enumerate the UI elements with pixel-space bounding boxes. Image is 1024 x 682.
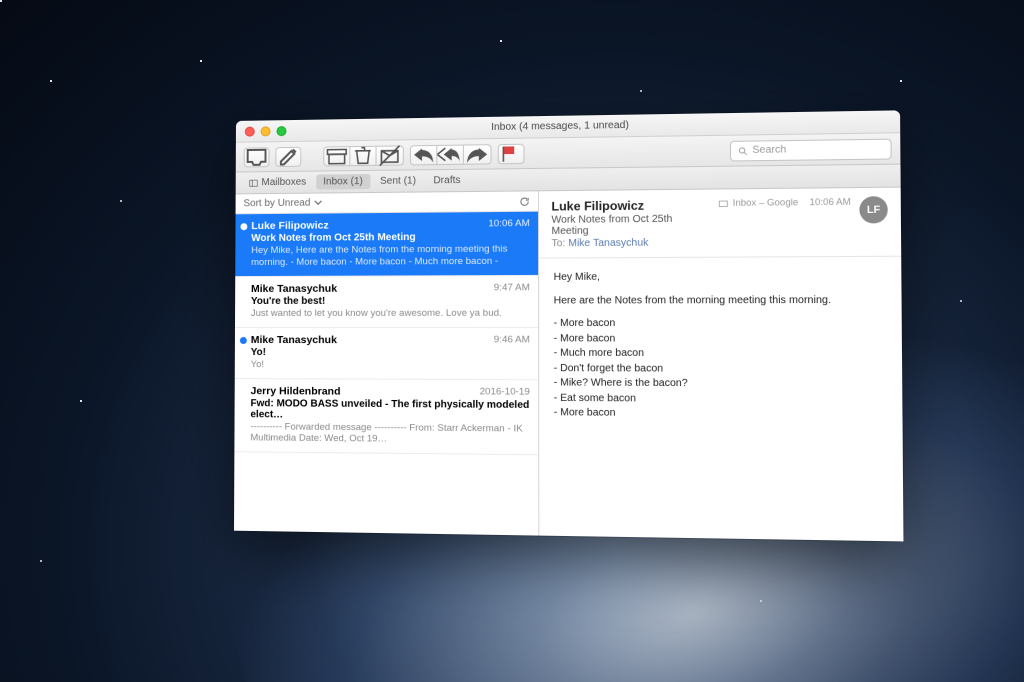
chevron-down-icon <box>313 198 323 208</box>
archive-button[interactable] <box>324 147 350 165</box>
msg-sender: Mike Tanasychuk <box>251 282 337 294</box>
search-input[interactable]: Search <box>730 138 892 161</box>
message-list-pane: Sort by Unread Luke Filipowicz 10:06 AMWo… <box>234 191 539 535</box>
fav-inbox[interactable]: Inbox (1) <box>316 174 370 190</box>
get-mail-button[interactable] <box>244 147 270 167</box>
fav-drafts-label: Drafts <box>433 175 460 186</box>
message-row[interactable]: Mike Tanasychuk9:46 AMYo!Yo! <box>235 328 538 380</box>
flag-button[interactable] <box>498 143 525 164</box>
msg-subject: Work Notes from Oct 25th Meeting <box>251 231 530 244</box>
refresh-icon[interactable] <box>519 196 529 206</box>
trash-icon <box>350 143 375 168</box>
header-time: 10:06 AM <box>809 196 850 207</box>
msg-sender: Luke Filipowicz <box>251 220 328 233</box>
window-title: Inbox (4 messages, 1 unread) <box>236 116 900 137</box>
content-split: Sort by Unread Luke Filipowicz10:06 AMWo… <box>234 188 903 542</box>
msg-subject: Yo! <box>251 347 530 359</box>
sort-label: Sort by Unread <box>243 198 310 210</box>
archive-group <box>323 145 404 166</box>
msg-preview: Just wanted to let you know you're aweso… <box>251 307 530 319</box>
folder-label: Inbox – Google <box>733 197 798 208</box>
compose-button[interactable] <box>275 146 301 166</box>
reply-all-icon <box>437 142 463 168</box>
to-value: Mike Tanasychuk <box>568 237 648 249</box>
inbox-icon <box>245 145 269 169</box>
body-intro: Here are the Notes from the morning meet… <box>554 293 887 309</box>
header-to: To: Mike Tanasychuk <box>551 237 708 249</box>
body-line: - Mike? Where is the bacon? <box>554 376 887 393</box>
preview-pane: Luke Filipowicz Work Notes from Oct 25th… <box>539 188 903 542</box>
mail-window: Inbox (4 messages, 1 unread) <box>234 110 903 541</box>
body-line: - Much more bacon <box>554 347 887 363</box>
body-line: - Don't forget the bacon <box>554 361 887 377</box>
message-header: Luke Filipowicz Work Notes from Oct 25th… <box>539 188 901 259</box>
msg-preview: Hey Mike, Here are the Notes from the mo… <box>251 243 530 268</box>
body-line: - More bacon <box>554 406 887 423</box>
avatar: LF <box>859 196 888 223</box>
fav-drafts[interactable]: Drafts <box>426 173 468 189</box>
msg-preview: Yo! <box>251 359 530 372</box>
body-line: - More bacon <box>554 332 887 347</box>
inbox-small-icon <box>719 198 729 207</box>
reply-button[interactable] <box>411 145 437 163</box>
reply-group <box>410 144 492 165</box>
sort-header[interactable]: Sort by Unread <box>236 191 538 214</box>
message-row[interactable]: Mike Tanasychuk 9:47 AMYou're the best!Ju… <box>235 276 538 328</box>
forward-button[interactable] <box>464 145 491 164</box>
header-from: Luke Filipowicz <box>551 198 708 214</box>
delete-button[interactable] <box>350 146 376 164</box>
junk-icon <box>377 142 403 168</box>
msg-preview: ---------- Forwarded message ---------- … <box>250 421 530 447</box>
unread-dot-icon <box>240 337 247 344</box>
search-icon <box>737 145 748 155</box>
mailboxes-label: Mailboxes <box>261 177 306 188</box>
message-row[interactable]: Luke Filipowicz 10:06 AMWork Notes from O… <box>235 212 538 277</box>
to-label: To: <box>551 238 565 249</box>
forward-icon <box>464 141 491 168</box>
msg-time: 9:47 AM <box>488 282 530 294</box>
folder-tag: Inbox – Google 10:06 AM <box>719 196 851 208</box>
msg-sender: Mike Tanasychuk <box>251 334 337 346</box>
sidebar-icon <box>249 178 259 188</box>
body-greeting: Hey Mike, <box>554 269 887 285</box>
msg-time: 10:06 AM <box>482 218 530 231</box>
unread-dot-icon <box>240 223 247 230</box>
archive-icon <box>324 143 349 168</box>
reply-all-button[interactable] <box>437 145 464 164</box>
msg-time: 2016-10-19 <box>473 386 529 399</box>
fav-sent-label: Sent (1) <box>380 175 416 186</box>
reply-icon <box>411 142 436 168</box>
msg-subject: You're the best! <box>251 295 530 307</box>
close-button[interactable] <box>245 126 255 136</box>
body-line: - More bacon <box>554 317 887 332</box>
fav-sent[interactable]: Sent (1) <box>373 173 423 189</box>
junk-button[interactable] <box>377 146 403 164</box>
mailboxes-toggle[interactable]: Mailboxes <box>242 175 314 191</box>
search-placeholder: Search <box>752 144 786 156</box>
flag-icon <box>499 141 524 166</box>
compose-icon <box>276 144 300 168</box>
msg-sender: Jerry Hildenbrand <box>251 385 341 398</box>
fav-inbox-label: Inbox (1) <box>323 176 363 187</box>
minimize-button[interactable] <box>261 126 271 136</box>
msg-subject: Fwd: MODO BASS unveiled - The first phys… <box>250 398 529 422</box>
header-subject: Work Notes from Oct 25th Meeting <box>551 213 708 237</box>
message-row[interactable]: Jerry Hildenbrand 2016-10-19Fwd: MODO BAS… <box>234 379 538 456</box>
zoom-button[interactable] <box>277 126 287 136</box>
message-body: Hey Mike, Here are the Notes from the mo… <box>539 257 903 436</box>
msg-time: 9:46 AM <box>488 334 530 346</box>
